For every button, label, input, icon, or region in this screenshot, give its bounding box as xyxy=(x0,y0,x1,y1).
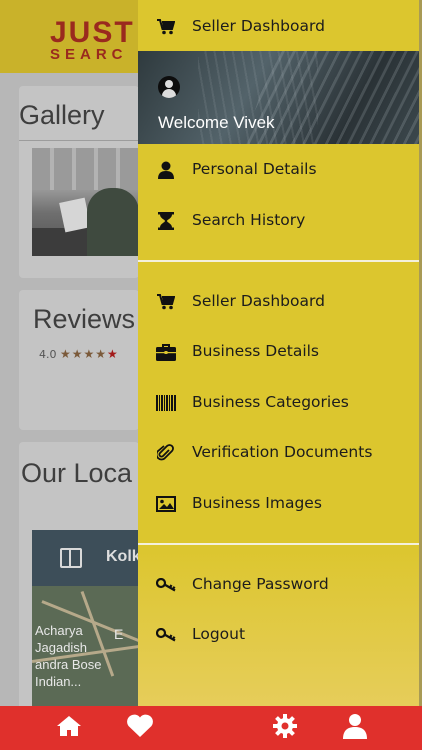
hourglass-icon xyxy=(155,211,177,231)
menu-item-business-categories[interactable]: Business Categories xyxy=(138,383,419,423)
menu-item-business-details[interactable]: Business Details xyxy=(138,332,419,372)
map-place-text-2: E xyxy=(114,626,124,642)
barcode-icon xyxy=(155,393,177,413)
section-divider xyxy=(138,543,419,545)
profile-header: Welcome Vivek xyxy=(138,51,419,144)
navigation-drawer: Seller Dashboard Welcome Vivek Personal … xyxy=(138,0,419,706)
menu-label: Change Password xyxy=(192,575,329,593)
gallery-image[interactable] xyxy=(32,148,139,256)
user-circle-icon xyxy=(158,76,180,98)
heart-icon xyxy=(126,714,154,742)
location-title: Our Loca xyxy=(21,458,133,488)
menu-item-business-images[interactable]: Business Images xyxy=(138,484,419,524)
menu-item-logout[interactable]: Logout xyxy=(138,615,419,655)
menu-label: Business Details xyxy=(192,342,320,360)
user-icon xyxy=(343,713,367,743)
location-card: Our Loca Kolk Acharya Jagadish andra Bos… xyxy=(19,442,139,712)
menu-label: Search History xyxy=(192,211,306,229)
menu-item-search-history[interactable]: Search History xyxy=(138,201,419,241)
map-city-label: Kolk xyxy=(106,548,139,565)
gear-icon xyxy=(272,713,298,743)
logo-line2: SEARC xyxy=(50,46,128,63)
tab-profile[interactable] xyxy=(340,714,370,742)
menu-item-personal-details[interactable]: Personal Details xyxy=(138,150,419,190)
rating-row: 4.0 ★★★★★ xyxy=(39,347,119,361)
gallery-card: Gallery xyxy=(19,86,139,278)
gallery-title: Gallery xyxy=(19,100,105,130)
section-divider xyxy=(138,260,419,262)
reviews-title: Reviews xyxy=(33,304,136,334)
menu-item-seller-dashboard[interactable]: Seller Dashboard xyxy=(138,282,419,322)
menu-item-change-password[interactable]: Change Password xyxy=(138,565,419,605)
justsearch-logo[interactable]: JUST SEARC xyxy=(50,16,135,63)
menu-item-verification-documents[interactable]: Verification Documents xyxy=(138,433,419,473)
menu-label: Business Categories xyxy=(192,393,349,411)
bottom-tab-bar xyxy=(0,706,422,750)
menu-item-seller-dashboard-top[interactable]: Seller Dashboard xyxy=(138,7,419,47)
cart-icon xyxy=(155,292,177,312)
person-icon xyxy=(155,160,177,180)
key-icon xyxy=(155,575,177,595)
menu-label: Logout xyxy=(192,625,246,643)
home-icon xyxy=(56,715,82,741)
tab-home[interactable] xyxy=(54,714,84,742)
map-header: Kolk xyxy=(32,530,139,586)
location-map[interactable]: Kolk Acharya Jagadish andra Bose Indian.… xyxy=(32,530,139,706)
map-place-text: Acharya Jagadish andra Bose Indian... xyxy=(35,623,102,689)
image-icon xyxy=(155,494,177,514)
paperclip-icon xyxy=(155,443,177,463)
menu-label: Seller Dashboard xyxy=(192,292,325,310)
map-expand-icon[interactable] xyxy=(60,548,82,568)
tab-settings[interactable] xyxy=(270,714,300,742)
tab-favorites[interactable] xyxy=(125,714,155,742)
key-icon xyxy=(155,625,177,645)
menu-label: Personal Details xyxy=(192,160,317,178)
gallery-divider xyxy=(19,140,139,141)
rating-stars: ★★★★★ xyxy=(60,347,119,361)
menu-label: Verification Documents xyxy=(192,443,373,461)
rating-value: 4.0 xyxy=(39,348,57,361)
menu-label: Seller Dashboard xyxy=(192,17,325,35)
reviews-card: Reviews 4.0 ★★★★★ xyxy=(19,290,139,430)
logo-line1: JUST xyxy=(50,16,135,49)
menu-label: Business Images xyxy=(192,494,322,512)
cart-icon xyxy=(155,17,177,37)
briefcase-icon xyxy=(155,342,177,362)
welcome-text: Welcome Vivek xyxy=(158,113,275,132)
